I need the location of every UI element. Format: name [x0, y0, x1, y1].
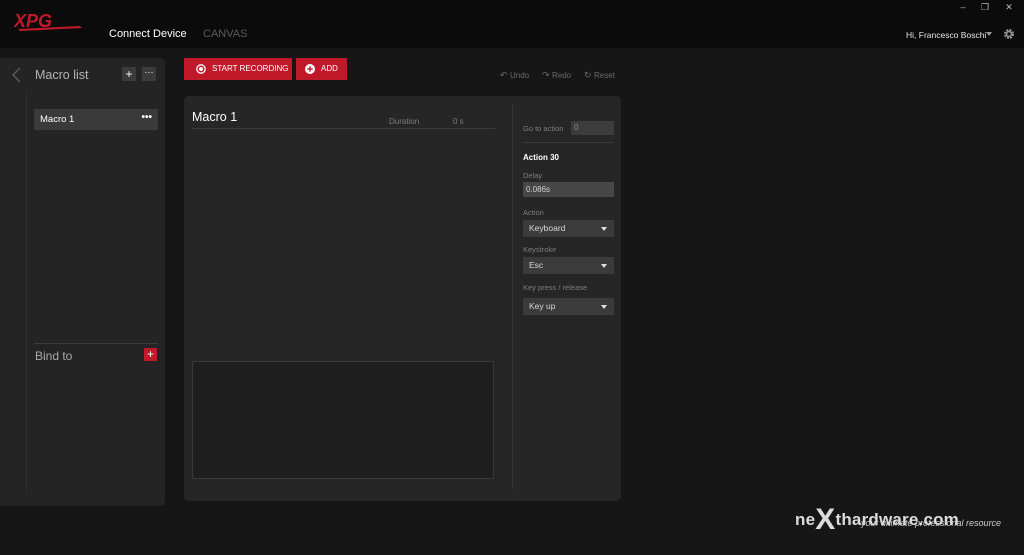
watermark-tagline: your ultimate professional resource: [861, 518, 1002, 528]
minimize-icon[interactable]: –: [956, 2, 970, 12]
chevron-down-icon[interactable]: [986, 32, 992, 36]
action-type-label: Action: [523, 208, 544, 217]
redo-button[interactable]: ↷ Redo: [542, 70, 571, 81]
goto-action-input[interactable]: [571, 121, 614, 135]
record-icon: [196, 64, 206, 74]
chevron-left-icon[interactable]: [10, 66, 22, 84]
add-action-label: ADD: [321, 64, 338, 73]
keystroke-label: Keystroke: [523, 245, 557, 254]
undo-button[interactable]: ↶ Undo: [500, 70, 529, 81]
top-bar: XPG Connect Device CANVAS – ❐ ✕ Hi, Fran…: [0, 0, 1024, 48]
action-detail-box[interactable]: [192, 361, 494, 479]
xpg-logo: XPG: [14, 11, 82, 31]
duration-value: 0 s: [453, 117, 464, 126]
user-greeting[interactable]: Hi, Francesco Boschi: [906, 30, 986, 40]
macro-list-more-button[interactable]: ···: [142, 67, 156, 81]
close-icon[interactable]: ✕: [1002, 2, 1016, 12]
redo-icon: ↷: [542, 70, 550, 80]
chevron-down-icon: [601, 305, 607, 309]
add-macro-button[interactable]: +: [122, 67, 136, 81]
nav-canvas[interactable]: CANVAS: [203, 28, 247, 40]
keystroke-value: Esc: [529, 260, 544, 270]
chevron-down-icon: [601, 264, 607, 268]
panel-divider: [26, 92, 27, 492]
key-press-release-value: Key up: [529, 301, 556, 311]
action-title: Action 30: [523, 153, 560, 162]
duration-label: Duration: [389, 117, 420, 126]
keystroke-select[interactable]: Esc: [523, 257, 614, 274]
macro-list-title: Macro list: [35, 68, 89, 82]
add-action-button[interactable]: ADD: [296, 58, 347, 80]
key-press-release-label: Key press / release: [523, 283, 588, 292]
gear-icon[interactable]: [1003, 28, 1015, 40]
nexthardware-watermark: neXthardware.com your ultimate professio…: [795, 465, 1024, 555]
start-recording-button[interactable]: START RECORDING: [184, 58, 292, 80]
key-press-release-select[interactable]: Key up: [523, 298, 614, 315]
goto-action-label: Go to action: [523, 124, 564, 133]
bind-to-title: Bind to: [35, 349, 73, 363]
macro-header-divider: [192, 128, 495, 129]
plus-circle-icon: [305, 64, 315, 74]
action-type-value: Keyboard: [529, 223, 566, 233]
action-type-select[interactable]: Keyboard: [523, 220, 614, 237]
start-recording-label: START RECORDING: [212, 64, 289, 73]
delay-label: Delay: [523, 171, 543, 180]
chevron-down-icon: [601, 227, 607, 231]
macro-item-more-button[interactable]: •••: [141, 112, 152, 123]
maximize-icon[interactable]: ❐: [978, 2, 992, 12]
properties-header-divider: [523, 142, 614, 143]
bind-divider: [34, 343, 158, 344]
list-item[interactable]: Macro 1 •••: [34, 109, 158, 130]
macro-name-title: Macro 1: [192, 110, 238, 124]
reset-button[interactable]: ↻ Reset: [584, 70, 615, 81]
delay-input[interactable]: [523, 182, 614, 197]
undo-icon: ↶: [500, 70, 508, 80]
reset-icon: ↻: [584, 70, 592, 80]
nav-connect-device[interactable]: Connect Device: [109, 28, 187, 40]
bind-add-button[interactable]: +: [144, 348, 157, 361]
macro-item-label: Macro 1: [40, 114, 75, 125]
properties-divider: [512, 104, 513, 489]
